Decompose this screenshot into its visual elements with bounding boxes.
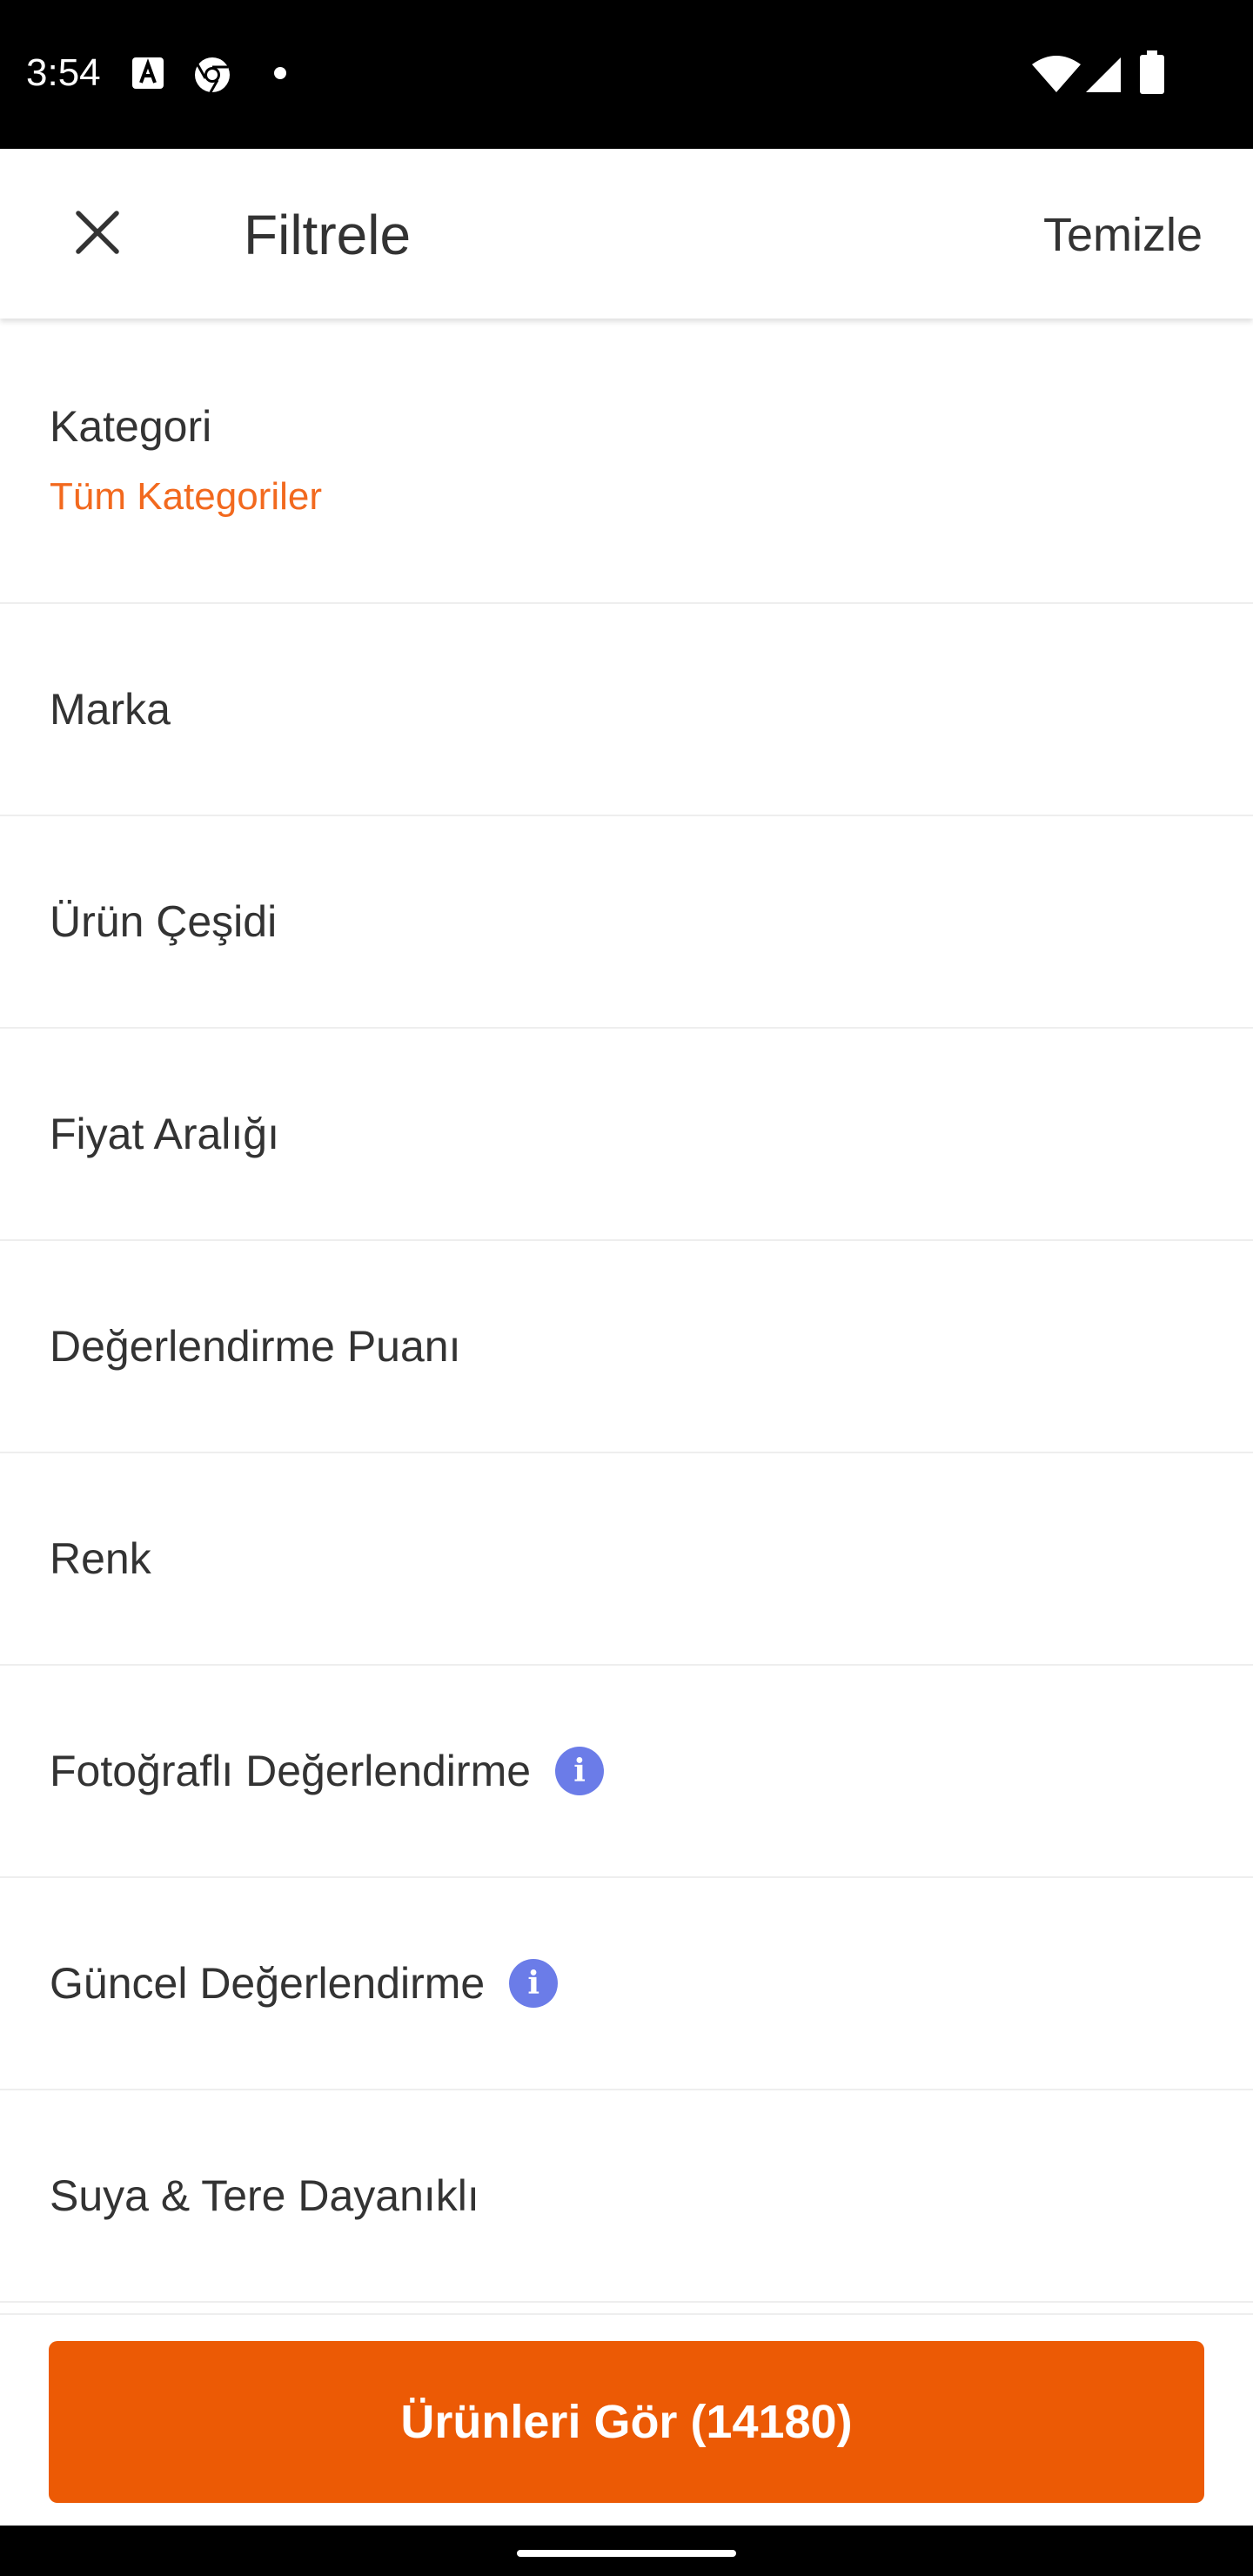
home-indicator[interactable] [517,2550,736,2557]
filter-price-range[interactable]: Fiyat Aralığı [0,1029,1253,1241]
clear-button[interactable]: Temizle [1043,206,1203,264]
filter-label: Değerlendirme Puanı [50,1322,461,1371]
filter-label: Kategori [50,402,212,451]
filter-rating[interactable]: Değerlendirme Puanı [0,1241,1253,1453]
bottom-bar: Ürünleri Gör (14180) [0,2313,1253,2526]
filter-label: Güncel Değerlendirme [50,1959,486,2008]
app-header: Filtrele Temizle [0,149,1253,319]
filter-label: Renk [50,1534,151,1583]
filter-label: Marka [50,685,171,734]
filter-color[interactable]: Renk [0,1453,1253,1666]
battery-icon [1140,50,1164,94]
nav-bar [0,2526,1253,2576]
filter-selected-value: Tüm Kategoriler [50,475,323,518]
signal-icon [1084,56,1122,94]
filter-recent-reviews[interactable]: Güncel Değerlendirme i [0,1878,1253,2090]
dot-icon [273,66,287,80]
filter-label: Fotoğraflı Değerlendirme [50,1747,532,1795]
filter-list: Kategori Tüm Kategoriler Marka Ürün Çeşi… [0,319,1253,2303]
filter-water-resistant[interactable]: Suya & Tere Dayanıklı [0,2090,1253,2303]
filter-label: Fiyat Aralığı [50,1110,279,1158]
filter-product-type[interactable]: Ürün Çeşidi [0,816,1253,1029]
see-products-button[interactable]: Ürünleri Gör (14180) [49,2341,1204,2503]
close-icon [75,210,120,259]
filter-brand[interactable]: Marka [0,604,1253,816]
info-icon[interactable]: i [555,1747,605,1795]
filter-label: Suya & Tere Dayanıklı [50,2171,479,2220]
close-button[interactable] [49,191,146,278]
chrome-icon [193,56,231,94]
filter-category[interactable]: Kategori Tüm Kategoriler [0,319,1253,604]
status-time: 3:54 [26,51,101,94]
a-notification-icon [131,56,165,91]
info-icon[interactable]: i [509,1959,559,2008]
wifi-icon [1032,56,1081,94]
page-title: Filtrele [244,204,412,266]
filter-photo-reviews[interactable]: Fotoğraflı Değerlendirme i [0,1666,1253,1878]
status-bar: 3:54 [0,0,1253,149]
filter-label: Ürün Çeşidi [50,897,278,946]
